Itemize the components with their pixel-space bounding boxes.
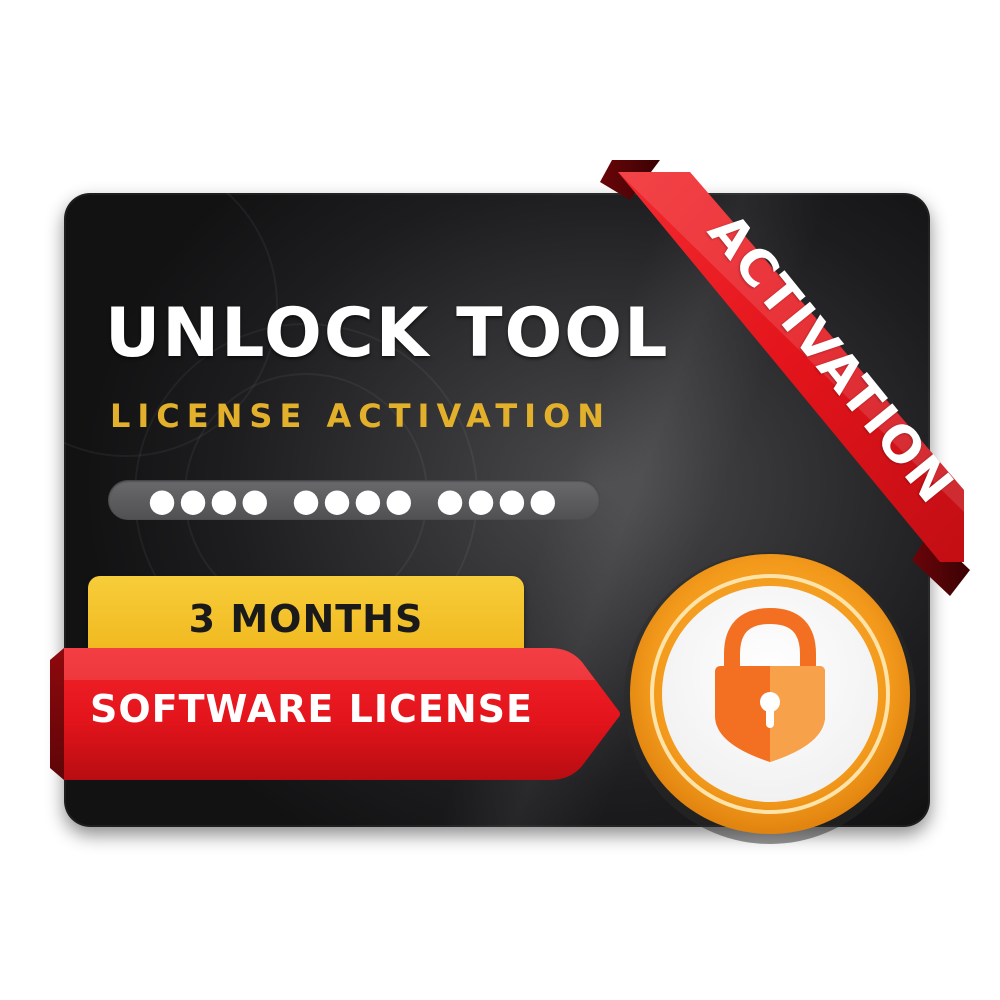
banner-highlight bbox=[64, 648, 595, 680]
duration-label: 3 MONTHS bbox=[188, 597, 424, 641]
license-type-label: SOFTWARE LICENSE bbox=[90, 687, 533, 731]
key-group: ●●●● bbox=[148, 481, 272, 519]
license-key-field: ●●●● ●●●● ●●●● bbox=[108, 480, 600, 520]
banner-fold bbox=[50, 648, 64, 780]
product-card-graphic: UNLOCK TOOL LICENSE ACTIVATION ●●●● ●●●●… bbox=[0, 0, 1000, 1000]
product-subtitle: LICENSE ACTIVATION bbox=[110, 397, 612, 435]
activation-ribbon bbox=[600, 160, 970, 596]
padlock-medallion bbox=[624, 552, 916, 844]
key-group: ●●●● bbox=[292, 481, 416, 519]
key-group: ●●●● bbox=[436, 481, 560, 519]
